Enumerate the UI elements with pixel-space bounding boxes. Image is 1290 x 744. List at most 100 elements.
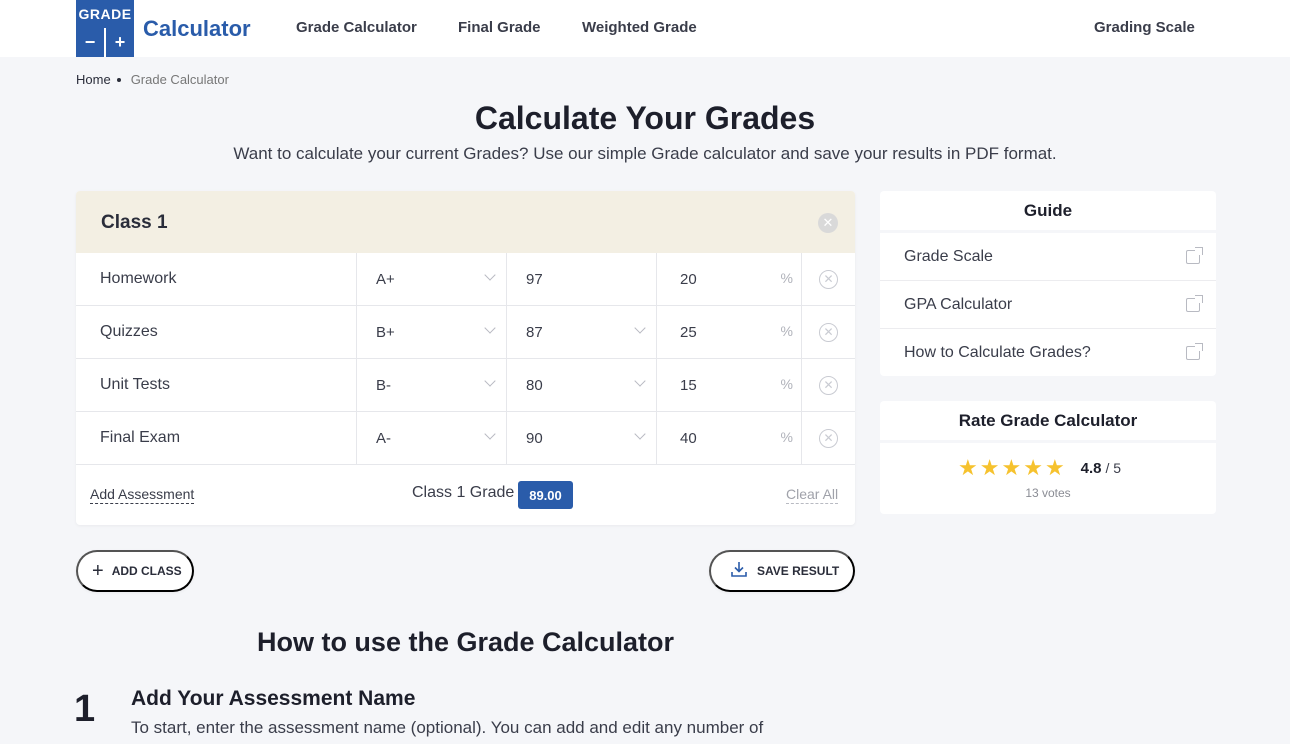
logo[interactable]: GRADE − + Calculator: [76, 0, 251, 57]
chevron-down-icon: [634, 375, 646, 387]
close-circle-icon: ✕: [819, 428, 838, 448]
star-icon[interactable]: ★: [958, 457, 978, 479]
breadcrumb-home[interactable]: Home: [76, 72, 111, 87]
weight-input[interactable]: 15%: [656, 359, 801, 411]
star-icon[interactable]: ★: [1023, 457, 1043, 479]
star-icon[interactable]: ★: [1001, 457, 1021, 479]
chevron-down-icon: [484, 322, 496, 334]
score-select[interactable]: 87: [506, 306, 656, 358]
logo-grade-text: GRADE: [76, 0, 134, 28]
grade-select[interactable]: A+: [356, 253, 506, 305]
chevron-down-icon: [634, 322, 646, 334]
rating-value: 4.8: [1080, 459, 1102, 477]
grade-value: A+: [376, 270, 395, 288]
percent-sign: %: [780, 270, 793, 286]
assessment-name-input[interactable]: Final Exam: [100, 412, 355, 464]
score-value: 80: [526, 376, 543, 394]
guide-link-label: Grade Scale: [904, 247, 993, 265]
close-circle-icon: ✕: [819, 322, 838, 342]
chevron-down-icon: [484, 428, 496, 440]
guide-link-gpa-calculator[interactable]: GPA Calculator: [880, 281, 1216, 329]
save-result-label: SAVE RESULT: [757, 564, 840, 578]
page-subtitle: Want to calculate your current Grades? U…: [233, 144, 1057, 163]
assessment-row: Homework A+ 97 20% ✕: [76, 253, 855, 306]
rating-title: Rate Grade Calculator: [880, 401, 1216, 443]
add-class-button[interactable]: + ADD CLASS: [76, 550, 194, 592]
chevron-down-icon: [634, 428, 646, 440]
assessment-name-input[interactable]: Quizzes: [100, 306, 355, 358]
clear-all-link[interactable]: Clear All: [786, 486, 839, 504]
nav-final-grade[interactable]: Final Grade: [458, 19, 541, 36]
star-icon[interactable]: ★: [1045, 457, 1065, 479]
plus-icon: +: [92, 559, 104, 582]
rating-stars: ★ ★ ★ ★ ★ 4.8 / 5: [958, 457, 1121, 479]
weight-value: 20: [680, 270, 697, 288]
assessment-row: Final Exam A- 90 40% ✕: [76, 412, 855, 465]
logo-minus: −: [76, 28, 104, 57]
logo-text: Calculator: [143, 15, 251, 41]
guide-link-grade-scale[interactable]: Grade Scale: [880, 233, 1216, 281]
assessment-name-input[interactable]: Unit Tests: [100, 359, 355, 411]
class-grade-label: Class 1 Grade: [412, 484, 515, 501]
delete-row-button[interactable]: ✕: [801, 306, 855, 358]
score-value: 97: [526, 270, 543, 288]
class-grade-badge: 89.00: [518, 481, 573, 509]
external-link-icon: [1186, 343, 1203, 360]
nav-weighted-grade[interactable]: Weighted Grade: [582, 19, 697, 36]
close-circle-icon: ✕: [819, 375, 838, 395]
external-link-icon: [1186, 247, 1203, 264]
rating-max: / 5: [1105, 460, 1122, 476]
logo-mark: GRADE − +: [76, 0, 134, 57]
grade-select[interactable]: A-: [356, 412, 506, 464]
add-assessment-link[interactable]: Add Assessment: [90, 486, 195, 504]
guide-link-how-to-calculate[interactable]: How to Calculate Grades?: [880, 329, 1216, 377]
weight-input[interactable]: 25%: [656, 306, 801, 358]
delete-row-button[interactable]: ✕: [801, 359, 855, 411]
score-select[interactable]: 90: [506, 412, 656, 464]
nav-grade-calculator[interactable]: Grade Calculator: [296, 19, 417, 36]
external-link-icon: [1186, 295, 1203, 312]
class-header: Class 1 ✕: [76, 191, 855, 253]
class-footer: Add Assessment Class 1 Grade 89.00 Clear…: [76, 464, 855, 525]
step-title: Add Your Assessment Name: [131, 687, 416, 710]
nav-grading-scale[interactable]: Grading Scale: [1094, 19, 1195, 36]
assessment-row: Unit Tests B- 80 15% ✕: [76, 359, 855, 412]
percent-sign: %: [780, 429, 793, 445]
percent-sign: %: [780, 376, 793, 392]
guide-link-label: How to Calculate Grades?: [904, 344, 1091, 361]
close-circle-icon: ✕: [819, 269, 838, 289]
delete-row-button[interactable]: ✕: [801, 412, 855, 464]
howto-title: How to use the Grade Calculator: [256, 627, 675, 657]
step-text: To start, enter the assessment name (opt…: [131, 718, 764, 737]
class-card: Class 1 ✕ Homework A+ 97 20% ✕ Quizzes B…: [76, 191, 855, 525]
score-value: 87: [526, 323, 543, 341]
chevron-down-icon: [484, 269, 496, 281]
guide-link-label: GPA Calculator: [904, 295, 1013, 313]
grade-select[interactable]: B+: [356, 306, 506, 358]
page-title: Calculate Your Grades: [474, 100, 816, 136]
save-result-button[interactable]: SAVE RESULT: [709, 550, 855, 592]
weight-input[interactable]: 20%: [656, 253, 801, 305]
class-title[interactable]: Class 1: [101, 212, 168, 234]
weight-input[interactable]: 40%: [656, 412, 801, 464]
rating-panel: Rate Grade Calculator ★ ★ ★ ★ ★ 4.8 / 5 …: [880, 401, 1216, 514]
rating-votes: 13 votes: [1025, 486, 1071, 500]
grade-select[interactable]: B-: [356, 359, 506, 411]
remove-class-icon[interactable]: ✕: [818, 213, 838, 233]
star-icon[interactable]: ★: [980, 457, 1000, 479]
grade-value: B-: [376, 376, 391, 394]
score-select[interactable]: 80: [506, 359, 656, 411]
delete-row-button[interactable]: ✕: [801, 253, 855, 305]
step-number: 1: [74, 688, 96, 730]
weight-value: 15: [680, 376, 697, 394]
assessment-name-input[interactable]: Homework: [100, 253, 355, 305]
weight-value: 40: [680, 429, 697, 447]
grade-value: B+: [376, 323, 395, 341]
score-input[interactable]: 97: [506, 253, 656, 305]
breadcrumb-current: Grade Calculator: [130, 72, 229, 87]
site-header: GRADE − + Calculator Grade Calculator Fi…: [0, 0, 1290, 57]
breadcrumb-separator: [116, 77, 121, 82]
percent-sign: %: [780, 323, 793, 339]
download-icon: [730, 560, 748, 583]
weight-value: 25: [680, 323, 697, 341]
